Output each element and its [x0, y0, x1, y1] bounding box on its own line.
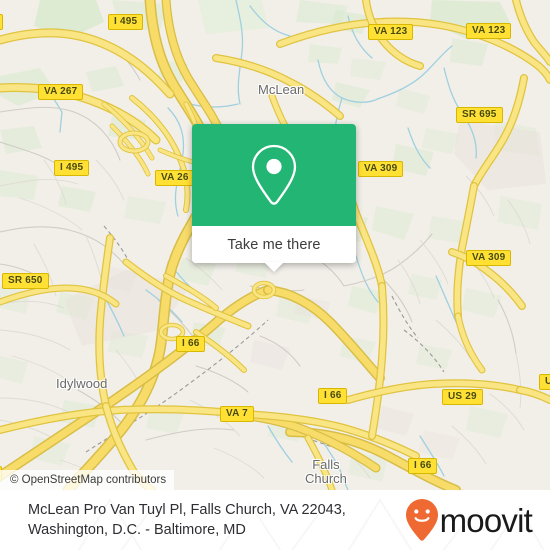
place-label-falls-church-line2: Church [305, 471, 347, 486]
highway-shield-va123-west[interactable]: VA 123 [368, 24, 414, 40]
highway-shield-us-partial-edge[interactable]: U [539, 374, 550, 390]
place-label-mclean: McLean [258, 82, 305, 97]
map-canvas[interactable]: .hw-case { fill:none; stroke:#e0c33f; st… [0, 0, 550, 490]
highway-shield-i66-south[interactable]: I 66 [408, 458, 438, 474]
map-pin-icon [251, 144, 297, 205]
highway-shield-va26-partial[interactable]: VA 26 [155, 170, 195, 186]
place-label-idylwood: Idylwood [56, 376, 108, 391]
highway-shield-va7[interactable]: VA 7 [220, 406, 254, 422]
highway-shield-partial-corner[interactable] [0, 14, 3, 30]
highway-shield-i66-central[interactable]: I 66 [318, 388, 348, 404]
footer-address: McLean Pro Van Tuyl Pl, Falls Church, VA… [28, 500, 346, 540]
poi-card-image-area [192, 124, 356, 226]
poi-card-pointer-tail [264, 262, 284, 272]
highway-shield-va267[interactable]: VA 267 [38, 84, 84, 100]
place-label-falls-church-line1: Falls [312, 457, 340, 472]
footer-bar: McLean Pro Van Tuyl Pl, Falls Church, VA… [0, 490, 550, 550]
highway-shield-i495-north[interactable]: I 495 [108, 14, 144, 30]
poi-card-cta[interactable]: Take me there [192, 226, 356, 272]
place-label-falls-church: Falls Church [305, 458, 347, 486]
highway-shield-i66-west[interactable]: I 66 [176, 336, 206, 352]
footer-content: McLean Pro Van Tuyl Pl, Falls Church, VA… [0, 490, 550, 550]
footer-address-line2: Washington, D.C. - Baltimore, MD [28, 522, 246, 538]
highway-shield-va309-east[interactable]: VA 309 [466, 250, 512, 266]
poi-card[interactable]: Take me there [192, 124, 356, 272]
highway-shield-va123-east[interactable]: VA 123 [466, 23, 512, 39]
highway-shield-us29[interactable]: US 29 [442, 389, 483, 405]
highway-shield-sr650[interactable]: SR 650 [2, 273, 49, 289]
map-attribution[interactable]: © OpenStreetMap contributors [0, 470, 175, 490]
highway-shield-sr695[interactable]: SR 695 [456, 107, 503, 123]
footer-address-line1: McLean Pro Van Tuyl Pl, Falls Church, VA… [28, 502, 346, 518]
highway-shield-i495-west[interactable]: I 495 [54, 160, 90, 176]
highway-shield-va309-north[interactable]: VA 309 [358, 161, 404, 177]
poi-card-cta-label: Take me there [227, 236, 321, 253]
moovit-wordmark: moovit [439, 501, 533, 539]
moovit-map-screenshot: .hw-case { fill:none; stroke:#e0c33f; st… [0, 0, 550, 550]
moovit-logo[interactable]: moovit [405, 498, 533, 542]
moovit-smiley-pin-icon [405, 499, 438, 541]
